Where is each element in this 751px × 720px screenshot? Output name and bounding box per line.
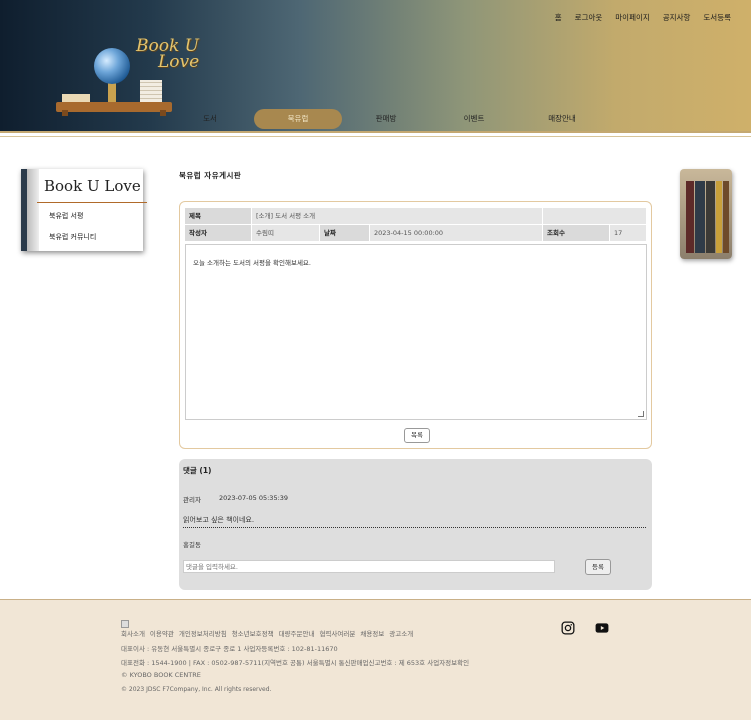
footer-links: 회사소개 이용약관 개인정보처리방침 청소년보호정책 대량주문안내 협력사여러분… bbox=[121, 628, 413, 638]
nav-item-events[interactable]: 이벤트 bbox=[430, 109, 518, 129]
views-label: 조회수 bbox=[543, 225, 610, 241]
subject-label: 제목 bbox=[185, 208, 252, 224]
logo-globe-stand bbox=[108, 82, 116, 102]
youtube-icon[interactable] bbox=[595, 621, 609, 635]
main-nav: 도서 북유럽 판매방 이벤트 매장안내 bbox=[166, 109, 606, 129]
logo-books-left bbox=[62, 94, 90, 102]
footer-link-privacy[interactable]: 개인정보처리방침 bbox=[179, 628, 227, 638]
post-subject: [소개] 도서 서평 소개 bbox=[252, 208, 543, 224]
post-subject-row: 제목 [소개] 도서 서평 소개 bbox=[185, 208, 647, 225]
comment-author: 관리자 bbox=[183, 496, 201, 504]
instagram-icon[interactable] bbox=[561, 621, 575, 635]
book-spine bbox=[723, 181, 729, 253]
sidebar-title: Book U Love bbox=[44, 177, 141, 195]
logo-text: Book U Love bbox=[136, 38, 200, 72]
logo-book-stack bbox=[140, 80, 162, 102]
site-header: 홈 로그아웃 마이페이지 공지사항 도서등록 Book U Love 도서 북유… bbox=[0, 0, 751, 133]
book-banner-image[interactable] bbox=[680, 169, 732, 259]
blank-cell bbox=[543, 208, 647, 224]
sidebar: Book U Love 북유럽 서평 북유럽 커뮤니티 bbox=[21, 169, 147, 251]
book-spine bbox=[716, 181, 722, 253]
resize-handle-icon[interactable] bbox=[638, 411, 644, 417]
sidebar-item-review[interactable]: 북유럽 서평 bbox=[49, 211, 83, 221]
home-link[interactable]: 홈 bbox=[555, 12, 562, 23]
footer-company-info: 대표이사 : 유동현 서울특별시 종로구 종로 1 사업자등록번호 : 102-… bbox=[121, 645, 338, 653]
footer-link-youth[interactable]: 청소년보호정책 bbox=[232, 628, 274, 638]
site-logo[interactable]: Book U Love bbox=[56, 36, 216, 118]
comment-submit-button[interactable]: 등록 bbox=[585, 559, 611, 575]
logo-desk-leg bbox=[62, 110, 68, 116]
post-info-table: 제목 [소개] 도서 서평 소개 작성자 수림띠 날짜 2023-04-15 0… bbox=[185, 208, 647, 242]
board-title: 북유럽 자유게시판 bbox=[179, 171, 242, 180]
book-register-link[interactable]: 도서등록 bbox=[703, 12, 731, 23]
post-content-text: 오늘 소개하는 도서의 서평을 확인해보세요. bbox=[193, 259, 311, 267]
comment-text: 읽어보고 싶은 책이네요. bbox=[183, 515, 646, 528]
post-content[interactable]: 오늘 소개하는 도서의 서평을 확인해보세요. bbox=[185, 244, 647, 420]
footer-link-terms[interactable]: 이용약관 bbox=[150, 628, 174, 638]
logo-line2: Love bbox=[158, 52, 200, 72]
post-meta-row: 작성자 수림띠 날짜 2023-04-15 00:00:00 조회수 17 bbox=[185, 225, 647, 242]
book-spine bbox=[686, 181, 694, 253]
broken-image-icon bbox=[121, 620, 129, 628]
post-author: 수림띠 bbox=[252, 225, 320, 241]
nav-item-stores[interactable]: 매장안내 bbox=[518, 109, 606, 129]
top-links: 홈 로그아웃 마이페이지 공지사항 도서등록 bbox=[555, 12, 731, 23]
footer-link-careers[interactable]: 채용정보 bbox=[360, 628, 384, 638]
footer-contact-info: 대표전화 : 1544-1900 | FAX : 0502-987-5711(지… bbox=[121, 659, 470, 667]
comments-header: 댓글 (1) bbox=[183, 466, 212, 475]
comment-date: 2023-07-05 05:35:39 bbox=[219, 494, 289, 502]
notice-link[interactable]: 공지사항 bbox=[663, 12, 691, 23]
logo-desk bbox=[56, 102, 172, 112]
footer-kyobo: © KYOBO BOOK CENTRE bbox=[121, 671, 201, 679]
logout-link[interactable]: 로그아웃 bbox=[575, 12, 603, 23]
nav-item-bookeurope[interactable]: 북유럽 bbox=[254, 109, 342, 129]
post-panel: 제목 [소개] 도서 서평 소개 작성자 수림띠 날짜 2023-04-15 0… bbox=[179, 201, 652, 449]
sidebar-item-community[interactable]: 북유럽 커뮤니티 bbox=[49, 232, 96, 242]
author-label: 작성자 bbox=[185, 225, 252, 241]
site-footer: 회사소개 이용약관 개인정보처리방침 청소년보호정책 대량주문안내 협력사여러분… bbox=[0, 599, 751, 720]
nav-item-sales[interactable]: 판매방 bbox=[342, 109, 430, 129]
book-spine bbox=[706, 181, 715, 253]
nav-item-books[interactable]: 도서 bbox=[166, 109, 254, 129]
sidebar-divider bbox=[37, 202, 147, 203]
footer-copyright: © 2023 JDSC F7Company, Inc. All rights r… bbox=[121, 686, 272, 693]
comments-panel: 댓글 (1) 관리자 2023-07-05 05:35:39 읽어보고 싶은 책… bbox=[179, 459, 652, 590]
book-spine bbox=[695, 181, 705, 253]
date-label: 날짜 bbox=[320, 225, 370, 241]
comment-input[interactable] bbox=[183, 560, 555, 573]
globe-icon bbox=[94, 48, 130, 84]
footer-link-partners[interactable]: 협력사여러분 bbox=[319, 628, 355, 638]
list-button[interactable]: 목록 bbox=[404, 428, 430, 443]
footer-link-ads[interactable]: 광고소개 bbox=[389, 628, 413, 638]
footer-link-about[interactable]: 회사소개 bbox=[121, 628, 145, 638]
post-views: 17 bbox=[610, 225, 647, 241]
mypage-link[interactable]: 마이페이지 bbox=[615, 12, 650, 23]
current-user: 홍길동 bbox=[183, 541, 201, 549]
post-date: 2023-04-15 00:00:00 bbox=[370, 225, 543, 241]
footer-link-bulk-order[interactable]: 대량주문안내 bbox=[279, 628, 315, 638]
header-divider bbox=[0, 136, 751, 137]
